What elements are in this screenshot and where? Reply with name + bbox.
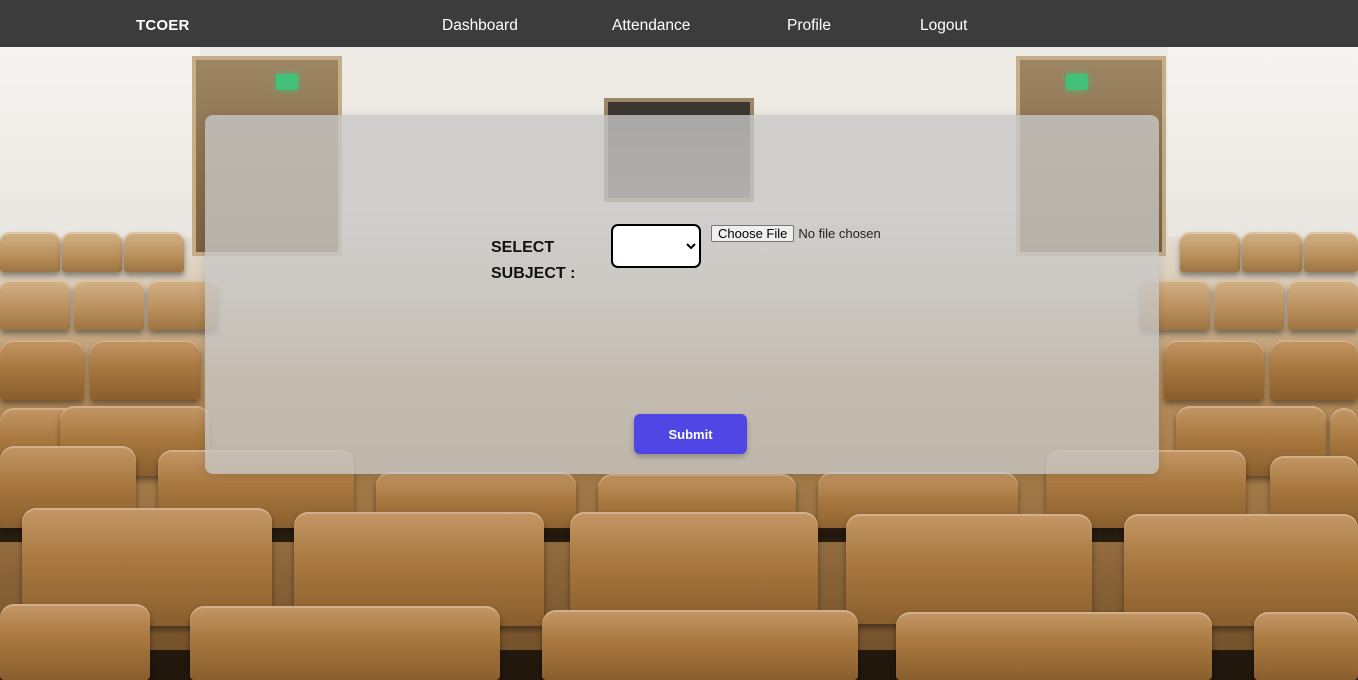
chair bbox=[896, 612, 1212, 680]
chair bbox=[1180, 232, 1240, 272]
nav-link-logout[interactable]: Logout bbox=[920, 17, 967, 35]
chair bbox=[1242, 232, 1302, 272]
chair bbox=[1270, 340, 1358, 400]
upload-form-panel: SELECT SUBJECT : Choose File No file cho… bbox=[205, 115, 1159, 474]
subject-select[interactable] bbox=[611, 224, 701, 268]
submit-button[interactable]: Submit bbox=[634, 414, 747, 454]
chair bbox=[0, 604, 150, 680]
select-subject-label: SELECT SUBJECT : bbox=[491, 239, 576, 282]
nav-link-profile[interactable]: Profile bbox=[787, 17, 831, 35]
file-input[interactable]: Choose File No file chosen bbox=[711, 224, 881, 242]
chair bbox=[74, 280, 144, 330]
brand-logo[interactable]: TCOER bbox=[136, 17, 190, 34]
chair bbox=[190, 606, 500, 680]
exit-sign-left bbox=[276, 74, 298, 90]
chair bbox=[62, 232, 122, 272]
chair bbox=[1124, 514, 1358, 626]
chair bbox=[1164, 340, 1264, 400]
chair bbox=[0, 340, 84, 400]
chair bbox=[0, 232, 60, 272]
file-status-text: No file chosen bbox=[798, 225, 881, 241]
chair bbox=[846, 514, 1092, 624]
chair bbox=[542, 610, 858, 680]
chair bbox=[90, 340, 200, 400]
top-navbar: TCOER Dashboard Attendance Profile Logou… bbox=[0, 0, 1358, 47]
chair bbox=[124, 232, 184, 272]
chair bbox=[1304, 232, 1358, 272]
exit-sign-right bbox=[1066, 74, 1088, 90]
wall-left bbox=[0, 47, 200, 237]
wall-right bbox=[1168, 47, 1358, 237]
choose-file-button[interactable]: Choose File bbox=[711, 224, 795, 242]
nav-link-dashboard[interactable]: Dashboard bbox=[442, 17, 518, 35]
nav-link-attendance[interactable]: Attendance bbox=[612, 17, 690, 35]
chair bbox=[1288, 280, 1358, 330]
chair bbox=[570, 512, 818, 622]
chair bbox=[1214, 280, 1284, 330]
chair bbox=[1254, 612, 1358, 680]
chair bbox=[0, 280, 70, 330]
